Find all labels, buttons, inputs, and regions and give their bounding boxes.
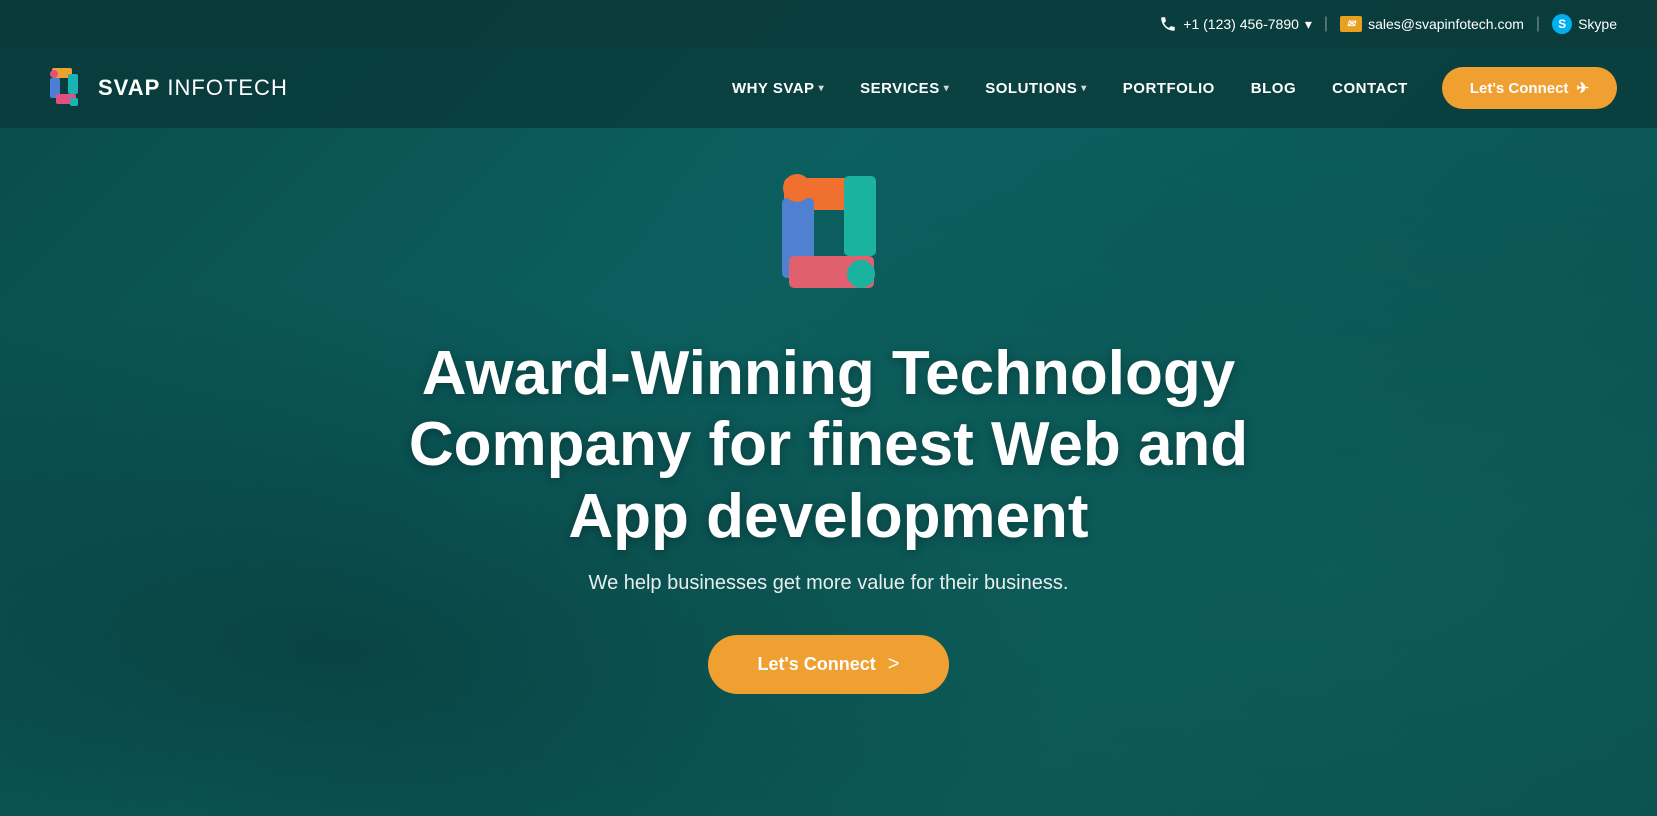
nav-item-solutions: SOLUTIONS ▾ [971, 72, 1101, 105]
nav-item-why-svap: WHY SVAP ▾ [718, 72, 838, 105]
logo[interactable]: SVAP INFOTECH [40, 64, 288, 112]
phone-number: +1 (123) 456-7890 [1183, 16, 1299, 32]
nav-link-blog[interactable]: BLOG [1237, 72, 1310, 105]
logo-icon [40, 64, 88, 112]
nav-link-why-svap[interactable]: WHY SVAP ▾ [718, 72, 838, 105]
email-address: sales@svapinfotech.com [1368, 16, 1524, 32]
nav-menu: WHY SVAP ▾ SERVICES ▾ SOLUTIONS ▾ PORTFO… [718, 72, 1422, 105]
nav-link-portfolio[interactable]: PORTFOLIO [1109, 72, 1229, 105]
nav-link-services[interactable]: SERVICES ▾ [846, 72, 963, 105]
hero-logo-graphic [739, 148, 919, 328]
nav-link-solutions[interactable]: SOLUTIONS ▾ [971, 72, 1101, 105]
separator-1: | [1324, 15, 1328, 33]
phone-link[interactable]: +1 (123) 456-7890 ▾ [1159, 15, 1312, 33]
skype-link[interactable]: S Skype [1552, 14, 1617, 34]
navbar: SVAP INFOTECH WHY SVAP ▾ SERVICES ▾ SOLU… [0, 48, 1657, 128]
nav-item-portfolio: PORTFOLIO [1109, 72, 1229, 105]
arrow-right-icon: > [888, 653, 900, 676]
separator-2: | [1536, 15, 1540, 33]
hero-content: Award-Winning Technology Company for fin… [0, 128, 1657, 734]
nav-item-contact: CONTACT [1318, 72, 1422, 105]
skype-icon: S [1552, 14, 1572, 34]
hero-title: Award-Winning Technology Company for fin… [379, 338, 1279, 552]
email-icon: ✉ [1340, 16, 1362, 32]
nav-item-blog: BLOG [1237, 72, 1310, 105]
logo-text: SVAP INFOTECH [98, 75, 288, 101]
send-icon: ✈ [1576, 79, 1589, 97]
phone-dropdown-icon: ▾ [1305, 16, 1312, 33]
chevron-down-icon: ▾ [1081, 83, 1087, 94]
hero-cta-button[interactable]: Let's Connect > [708, 635, 950, 694]
skype-label: Skype [1578, 16, 1617, 32]
nav-cta-button[interactable]: Let's Connect ✈ [1442, 67, 1617, 109]
chevron-down-icon: ▾ [819, 83, 825, 94]
nav-link-contact[interactable]: CONTACT [1318, 72, 1422, 105]
hero-section: +1 (123) 456-7890 ▾ | ✉ sales@svapinfote… [0, 0, 1657, 816]
email-link[interactable]: ✉ sales@svapinfotech.com [1340, 16, 1524, 32]
hero-subtitle: We help businesses get more value for th… [589, 572, 1069, 595]
chevron-down-icon: ▾ [944, 83, 950, 94]
top-contact-bar: +1 (123) 456-7890 ▾ | ✉ sales@svapinfote… [0, 0, 1657, 48]
phone-icon [1159, 15, 1177, 33]
nav-item-services: SERVICES ▾ [846, 72, 963, 105]
